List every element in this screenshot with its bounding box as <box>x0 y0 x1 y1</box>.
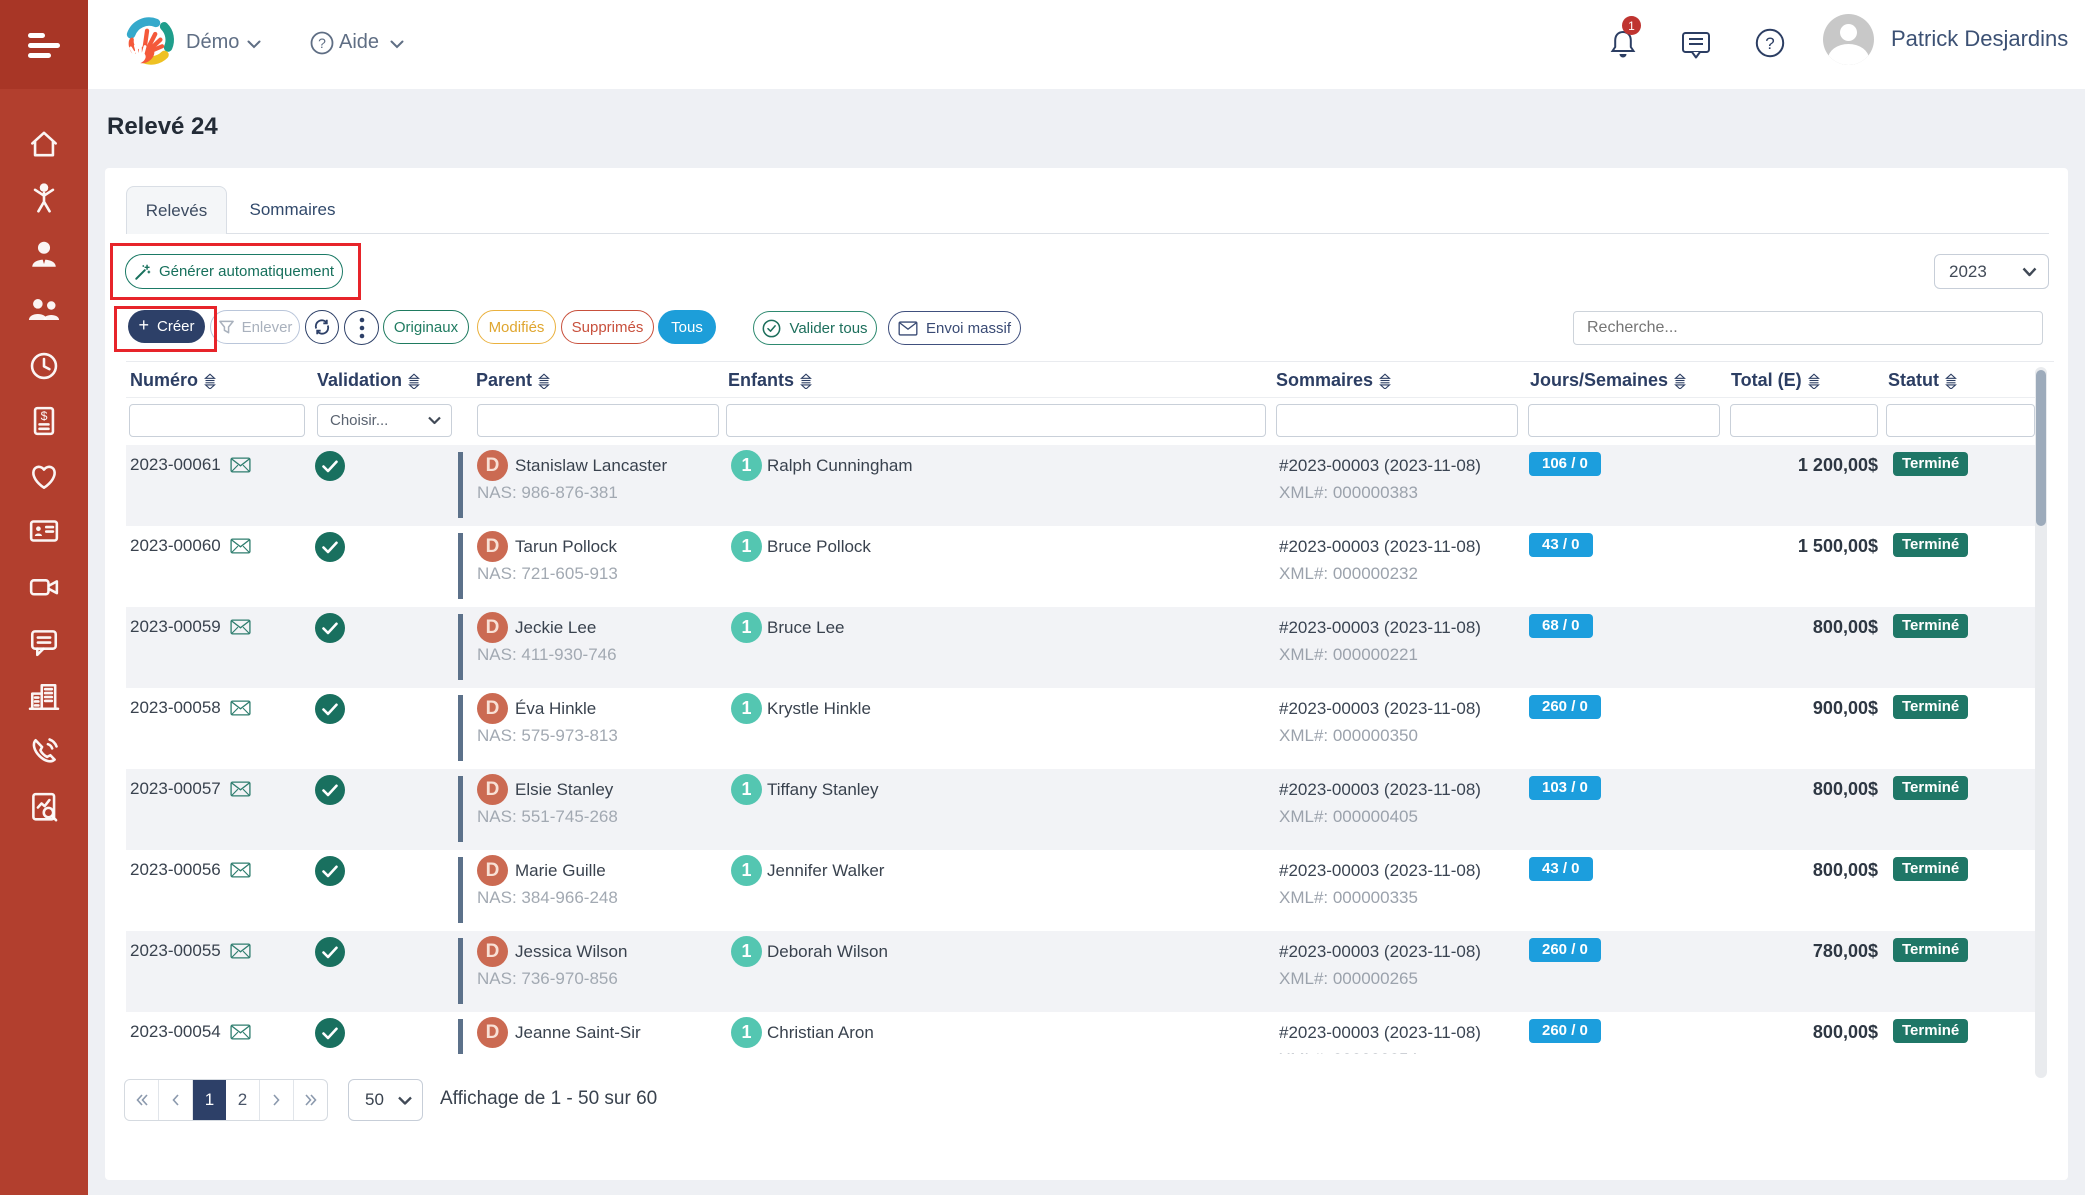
svg-text:$: $ <box>41 409 48 423</box>
svg-text:?: ? <box>318 35 326 51</box>
svg-text:?: ? <box>1765 34 1774 53</box>
